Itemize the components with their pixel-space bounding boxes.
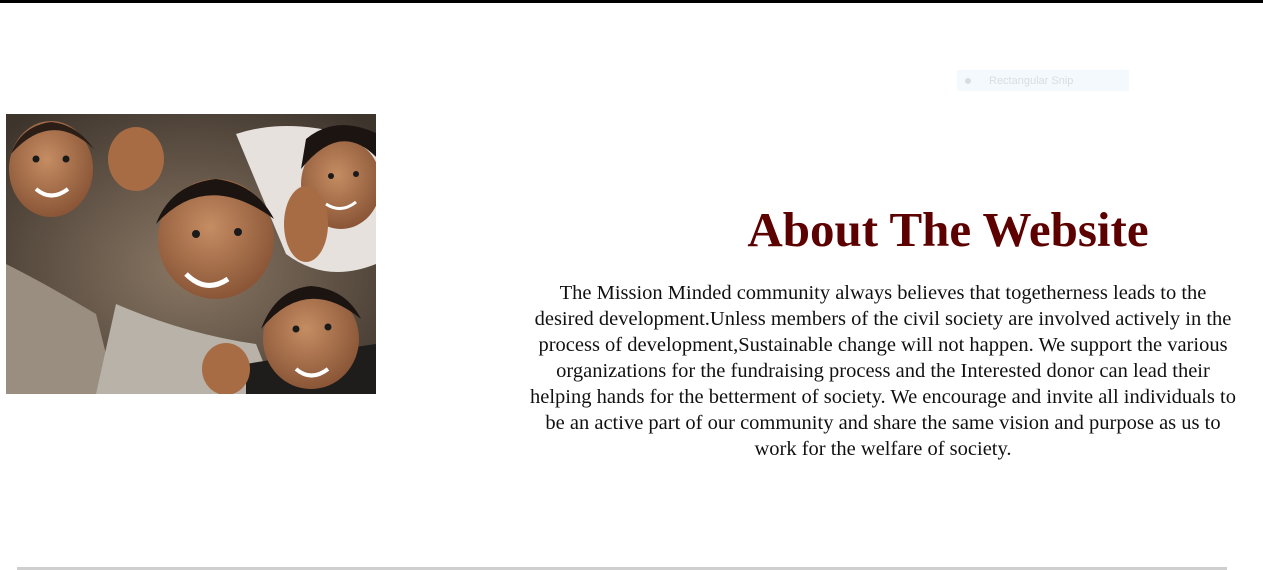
scissors-icon (963, 76, 973, 86)
page: Rectangular Snip About The Website The M… (0, 0, 1263, 570)
children-photo-art (6, 114, 376, 394)
snip-tooltip-label: Rectangular Snip (989, 74, 1074, 87)
children-photo (6, 114, 376, 394)
top-border (0, 0, 1263, 3)
about-paragraph: The Mission Minded community always beli… (530, 282, 1236, 460)
snip-tooltip: Rectangular Snip (957, 70, 1129, 91)
about-heading: About The Website (747, 202, 1149, 257)
